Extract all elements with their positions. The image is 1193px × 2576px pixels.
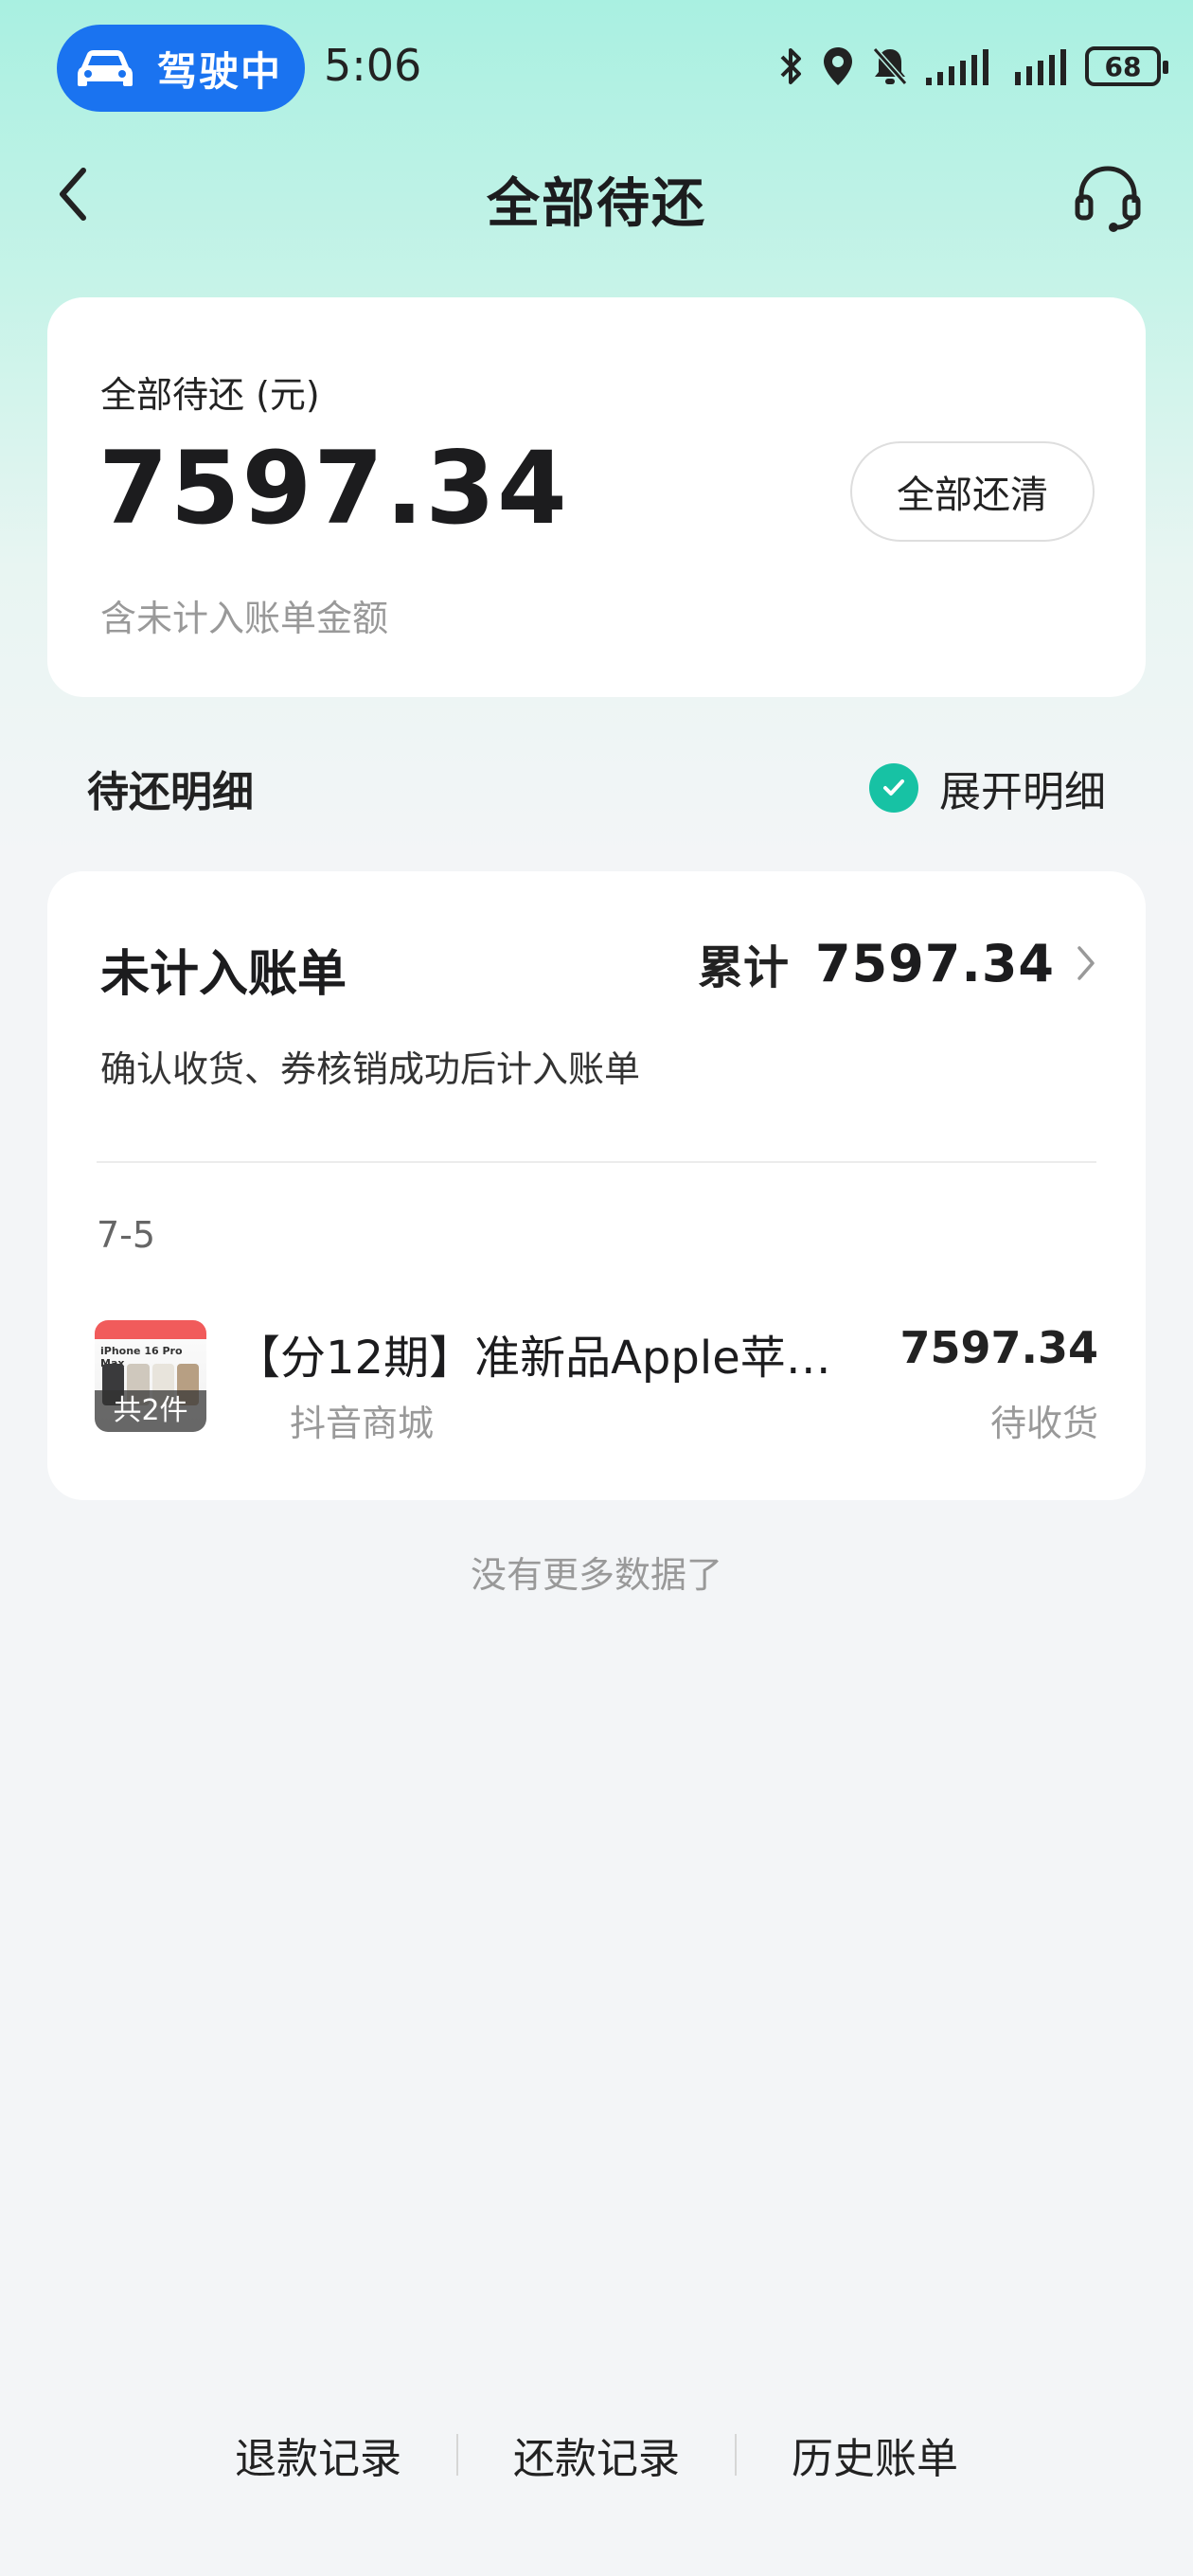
summary-note: 含未计入账单金额 xyxy=(100,598,389,639)
summary-label: 全部待还 (元) xyxy=(100,374,320,416)
car-icon xyxy=(78,50,133,86)
no-more-data: 没有更多数据了 xyxy=(470,1554,722,1596)
pay-all-button[interactable]: 全部还清 xyxy=(850,441,1095,542)
product-thumbnail: iPhone 16 Pro Max 共2件 xyxy=(95,1320,206,1432)
summary-card: 全部待还 (元) 7597.34 含未计入账单金额 全部还清 xyxy=(47,297,1146,697)
bluetooth-icon xyxy=(780,48,801,84)
expand-details-toggle[interactable]: 展开明细 xyxy=(869,758,1106,818)
check-circle-icon xyxy=(869,763,918,813)
page-title: 全部待还 xyxy=(487,173,706,235)
cumulative-label: 累计 xyxy=(698,941,790,994)
total-amount: 7597.34 xyxy=(98,430,569,546)
order-item[interactable]: iPhone 16 Pro Max 共2件 【分12期】准新品Apple苹果… … xyxy=(95,1320,1098,1444)
order-date: 7-5 xyxy=(97,1214,156,1256)
order-title: 【分12期】准新品Apple苹果… xyxy=(235,1332,860,1385)
status-icons: 68 xyxy=(776,38,1168,95)
repayment-records-link[interactable]: 还款记录 xyxy=(458,2424,735,2485)
driving-mode-pill[interactable]: 驾驶中 xyxy=(57,25,305,112)
battery-indicator: 68 xyxy=(1085,46,1168,86)
order-status: 待收货 xyxy=(989,1403,1098,1444)
history-bills-link[interactable]: 历史账单 xyxy=(737,2424,1013,2485)
expand-details-label: 展开明细 xyxy=(939,768,1106,816)
cumulative-amount: 7597.34 xyxy=(815,933,1055,993)
order-amount: 7597.34 xyxy=(899,1322,1098,1373)
order-shop: 抖音商城 xyxy=(290,1403,435,1444)
details-title: 待还明细 xyxy=(87,768,254,816)
unbilled-card: 未计入账单 累计 7597.34 确认收货、券核销成功后计入账单 7-5 iPh… xyxy=(47,871,1146,1500)
clock: 5:06 xyxy=(324,40,422,91)
headset-icon xyxy=(1075,166,1141,232)
nav-bar: 全部待还 xyxy=(0,142,1193,246)
item-count: 共2件 xyxy=(95,1390,206,1432)
signal-icon xyxy=(1015,49,1066,85)
signal-icon xyxy=(926,49,988,85)
driving-label: 驾驶中 xyxy=(157,47,283,95)
refund-records-link[interactable]: 退款记录 xyxy=(180,2424,456,2485)
unbilled-description: 确认收货、券核销成功后计入账单 xyxy=(100,1048,641,1090)
unbilled-title: 未计入账单 xyxy=(100,946,347,1003)
bottom-links: 退款记录 还款记录 历史账单 xyxy=(0,2424,1193,2485)
cumulative-link[interactable]: 累计 7597.34 xyxy=(698,930,1096,996)
location-icon xyxy=(824,47,852,85)
mute-bell-icon xyxy=(872,47,908,85)
chevron-right-icon xyxy=(1077,946,1095,980)
status-bar: 驾驶中 5:06 68 xyxy=(0,0,1193,123)
divider xyxy=(97,1161,1096,1163)
support-button[interactable] xyxy=(1072,161,1144,233)
